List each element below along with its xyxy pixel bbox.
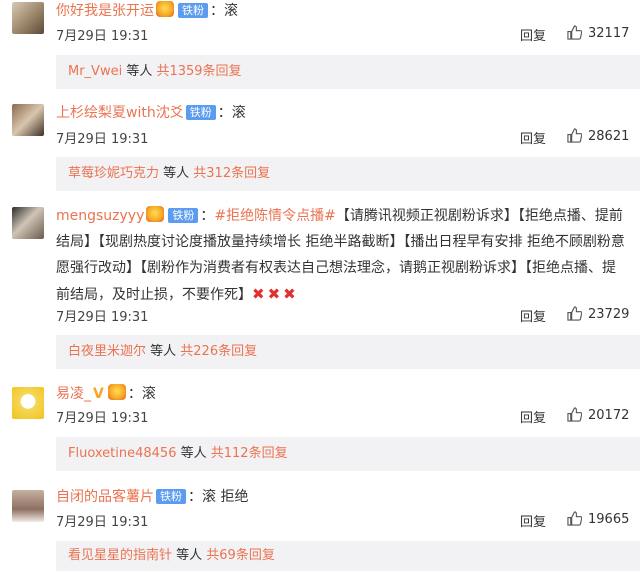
yellow-v-icon: V	[93, 386, 104, 402]
thumbs-up-icon	[567, 407, 583, 422]
username-link[interactable]: mengsuzyyy	[56, 208, 144, 224]
fan-badge[interactable]: 铁粉	[156, 489, 186, 504]
sub-reply-user[interactable]: 草莓珍妮巧克力	[68, 166, 159, 181]
like-button[interactable]: 20172	[567, 407, 629, 423]
comment-item: 你好我是张开运 铁粉 ：滚 7月29日 19:31 回复 32117 Mr_Vwei…	[0, 0, 640, 96]
avatar[interactable]	[12, 387, 44, 419]
sub-reply-summary[interactable]: Mr_Vwei 等人 共1359条回复	[56, 55, 640, 89]
sub-reply-summary[interactable]: 草莓珍妮巧克力 等人 共312条回复	[56, 157, 640, 191]
red-cross-emoji: ✖	[267, 285, 281, 303]
like-count: 28621	[588, 129, 630, 144]
reply-button[interactable]: 回复	[520, 128, 546, 147]
red-cross-emoji: ✖	[252, 285, 265, 303]
red-cross-emoji: ✖	[283, 285, 296, 303]
vip-crown-icon	[156, 1, 174, 17]
like-count: 32117	[588, 26, 630, 41]
fan-badge[interactable]: 铁粉	[185, 105, 216, 120]
avatar[interactable]	[12, 104, 44, 136]
reply-button[interactable]: 回复	[520, 25, 546, 44]
username-link[interactable]: 易凌_	[56, 386, 91, 402]
username-link[interactable]: 自闭的品客薯片	[56, 489, 154, 505]
comment-text: ：滚	[127, 386, 156, 402]
fan-badge[interactable]: 铁粉	[178, 3, 208, 18]
like-button[interactable]: 19665	[567, 511, 629, 527]
sub-reply-count[interactable]: 共112条回复	[211, 446, 288, 461]
comment-item: 易凌_ V ：滚 7月29日 19:31 回复 20172 Fluoxetine48…	[0, 383, 640, 473]
like-count: 19665	[588, 512, 630, 527]
comment-time: 7月29日 19:31	[56, 515, 149, 530]
thumbs-up-icon	[567, 128, 583, 143]
sub-reply-count[interactable]: 共1359条回复	[156, 64, 241, 79]
comment-item: mengsuzyyy 铁粉 ：#拒绝陈情令点播#【请腾讯视频正视剧粉诉求】【拒绝点播…	[0, 203, 640, 373]
comment-time: 7月29日 19:31	[56, 29, 149, 44]
like-button[interactable]: 28621	[567, 128, 629, 144]
vip-crown-icon	[107, 384, 126, 400]
like-button[interactable]: 23729	[567, 306, 629, 322]
username-link[interactable]: 上杉绘梨夏with沈爻	[56, 105, 184, 121]
thumbs-up-icon	[567, 306, 583, 321]
avatar[interactable]	[12, 2, 44, 34]
vip-crown-icon	[146, 206, 165, 222]
hashtag-link[interactable]: #拒绝陈情令点播#	[214, 208, 335, 224]
comment-feed: 你好我是张开运 铁粉 ：滚 7月29日 19:31 回复 32117 Mr_Vwei…	[0, 0, 640, 571]
avatar[interactable]	[12, 490, 44, 522]
comment-time: 7月29日 19:31	[56, 132, 149, 147]
avatar[interactable]	[12, 207, 44, 239]
sub-reply-summary[interactable]: Fluoxetine48456 等人 共112条回复	[56, 437, 640, 471]
like-button[interactable]: 32117	[567, 25, 629, 41]
reply-button[interactable]: 回复	[520, 407, 546, 426]
thumbs-up-icon	[567, 511, 583, 526]
sub-reply-count[interactable]: 共69条回复	[206, 548, 275, 563]
comment-time: 7月29日 19:31	[56, 411, 149, 426]
like-count: 23729	[588, 307, 630, 322]
sub-reply-user[interactable]: Fluoxetine48456	[68, 446, 176, 461]
reply-button[interactable]: 回复	[520, 511, 546, 530]
sub-reply-summary[interactable]: 看见星星的指南针 等人 共69条回复	[56, 541, 640, 571]
sub-reply-user[interactable]: 白夜里米迦尔	[68, 344, 146, 359]
sub-reply-user[interactable]: 看见星星的指南针	[68, 548, 172, 563]
reply-button[interactable]: 回复	[520, 306, 546, 325]
comment-item: 上杉绘梨夏with沈爻 铁粉 ：滚 7月29日 19:31 回复 28621 草莓珍…	[0, 100, 640, 196]
comment-time: 7月29日 19:31	[56, 310, 149, 325]
sub-reply-summary[interactable]: 白夜里米迦尔 等人 共226条回复	[56, 335, 640, 369]
comment-text: ：滚	[217, 105, 246, 121]
sub-reply-count[interactable]: 共312条回复	[193, 166, 270, 181]
sub-reply-count[interactable]: 共226条回复	[180, 344, 257, 359]
thumbs-up-icon	[567, 25, 583, 40]
like-count: 20172	[588, 408, 630, 423]
comment-text: ：滚 拒绝	[188, 489, 249, 505]
sub-reply-user[interactable]: Mr_Vwei	[68, 64, 122, 79]
username-link[interactable]: 你好我是张开运	[56, 3, 154, 19]
comment-item: 自闭的品客薯片 铁粉 ：滚 拒绝 7月29日 19:31 回复 19665 看见星星…	[0, 486, 640, 571]
fan-badge[interactable]: 铁粉	[168, 208, 199, 223]
comment-text: ：滚	[210, 3, 238, 19]
